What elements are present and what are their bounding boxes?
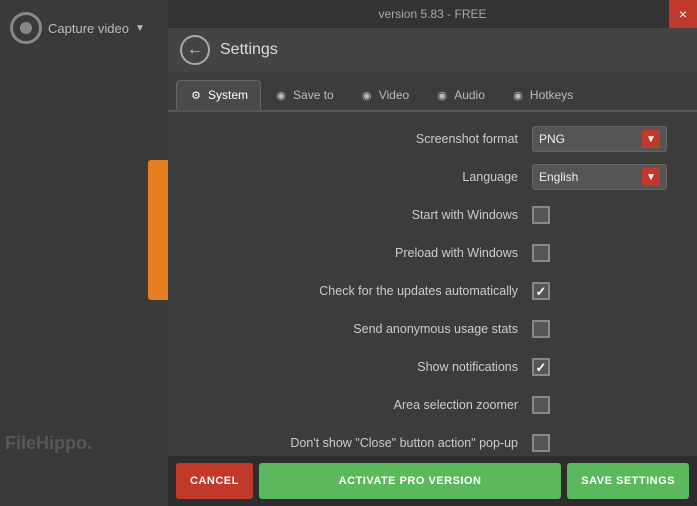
tab-audio[interactable]: ◉ Audio xyxy=(422,80,498,110)
activate-pro-button[interactable]: ACTIVATE PRO VERSION xyxy=(259,463,561,499)
tab-system-label: System xyxy=(208,88,248,102)
language-label: Language xyxy=(188,170,532,184)
capture-video-button[interactable]: Capture video ▼ xyxy=(10,12,145,44)
start-windows-control xyxy=(532,206,677,224)
tab-hotkeys-label: Hotkeys xyxy=(530,88,573,102)
send-anonymous-row: Send anonymous usage stats xyxy=(188,316,677,342)
dont-show-close-control xyxy=(532,434,677,452)
tab-saveto-label: Save to xyxy=(293,88,334,102)
capture-icon xyxy=(10,12,42,44)
language-control: English ▼ xyxy=(532,164,677,190)
saveto-icon: ◉ xyxy=(274,88,288,102)
tab-video[interactable]: ◉ Video xyxy=(347,80,422,110)
language-arrow: ▼ xyxy=(642,168,660,186)
area-selection-checkbox[interactable] xyxy=(532,396,550,414)
bottom-bar: CANCEL ACTIVATE PRO VERSION SAVE SETTING… xyxy=(168,456,697,506)
dont-show-close-label: Don't show "Close" button action" pop-up xyxy=(188,436,532,450)
screenshot-format-value: PNG xyxy=(539,132,642,146)
watermark: FileHippo. xyxy=(5,433,92,454)
start-windows-row: Start with Windows xyxy=(188,202,677,228)
header: ← Settings xyxy=(168,28,697,72)
video-icon: ◉ xyxy=(360,88,374,102)
tabs-bar: ⚙ System ◉ Save to ◉ Video ◉ Audio ◉ Hot… xyxy=(168,72,697,112)
sidebar: Capture video ▼ FileHippo. xyxy=(0,0,168,506)
page-title: Settings xyxy=(220,41,278,59)
screenshot-format-arrow: ▼ xyxy=(642,130,660,148)
tab-video-label: Video xyxy=(379,88,409,102)
screenshot-format-row: Screenshot format PNG ▼ xyxy=(188,126,677,152)
check-updates-row: Check for the updates automatically ✓ xyxy=(188,278,677,304)
audio-icon: ◉ xyxy=(435,88,449,102)
dont-show-close-row: Don't show "Close" button action" pop-up xyxy=(188,430,677,456)
language-value: English xyxy=(539,170,642,184)
preload-windows-row: Preload with Windows xyxy=(188,240,677,266)
tab-saveto[interactable]: ◉ Save to xyxy=(261,80,347,110)
system-icon: ⚙ xyxy=(189,88,203,102)
screenshot-format-label: Screenshot format xyxy=(188,132,532,146)
send-anonymous-label: Send anonymous usage stats xyxy=(188,322,532,336)
settings-content: Screenshot format PNG ▼ Language English… xyxy=(168,112,697,456)
area-selection-row: Area selection zoomer xyxy=(188,392,677,418)
show-notifications-checkbox[interactable]: ✓ xyxy=(532,358,550,376)
screenshot-format-control: PNG ▼ xyxy=(532,126,677,152)
sidebar-decoration xyxy=(148,160,168,300)
language-dropdown[interactable]: English ▼ xyxy=(532,164,667,190)
titlebar: version 5.83 - FREE × xyxy=(168,0,697,28)
area-selection-control xyxy=(532,396,677,414)
back-icon: ← xyxy=(187,41,203,59)
check-updates-control: ✓ xyxy=(532,282,677,300)
tab-hotkeys[interactable]: ◉ Hotkeys xyxy=(498,80,586,110)
tab-audio-label: Audio xyxy=(454,88,485,102)
back-button[interactable]: ← xyxy=(180,35,210,65)
capture-dropdown-arrow: ▼ xyxy=(135,23,145,34)
main-panel: version 5.83 - FREE × ← Settings ⚙ Syste… xyxy=(168,0,697,506)
close-button[interactable]: × xyxy=(669,0,697,28)
language-row: Language English ▼ xyxy=(188,164,677,190)
dont-show-close-checkbox[interactable] xyxy=(532,434,550,452)
send-anonymous-checkbox[interactable] xyxy=(532,320,550,338)
hotkeys-icon: ◉ xyxy=(511,88,525,102)
show-notifications-control: ✓ xyxy=(532,358,677,376)
start-windows-checkbox[interactable] xyxy=(532,206,550,224)
preload-windows-label: Preload with Windows xyxy=(188,246,532,260)
screenshot-format-dropdown[interactable]: PNG ▼ xyxy=(532,126,667,152)
start-windows-label: Start with Windows xyxy=(188,208,532,222)
cancel-button[interactable]: CANCEL xyxy=(176,463,253,499)
check-updates-check: ✓ xyxy=(536,285,547,298)
show-notifications-check: ✓ xyxy=(536,361,547,374)
show-notifications-row: Show notifications ✓ xyxy=(188,354,677,380)
version-text: version 5.83 - FREE xyxy=(378,7,486,21)
preload-windows-checkbox[interactable] xyxy=(532,244,550,262)
send-anonymous-control xyxy=(532,320,677,338)
capture-label: Capture video xyxy=(48,21,129,36)
area-selection-label: Area selection zoomer xyxy=(188,398,532,412)
check-updates-label: Check for the updates automatically xyxy=(188,284,532,298)
tab-system[interactable]: ⚙ System xyxy=(176,80,261,110)
preload-windows-control xyxy=(532,244,677,262)
show-notifications-label: Show notifications xyxy=(188,360,532,374)
save-settings-button[interactable]: SAVE SETTINGS xyxy=(567,463,689,499)
check-updates-checkbox[interactable]: ✓ xyxy=(532,282,550,300)
